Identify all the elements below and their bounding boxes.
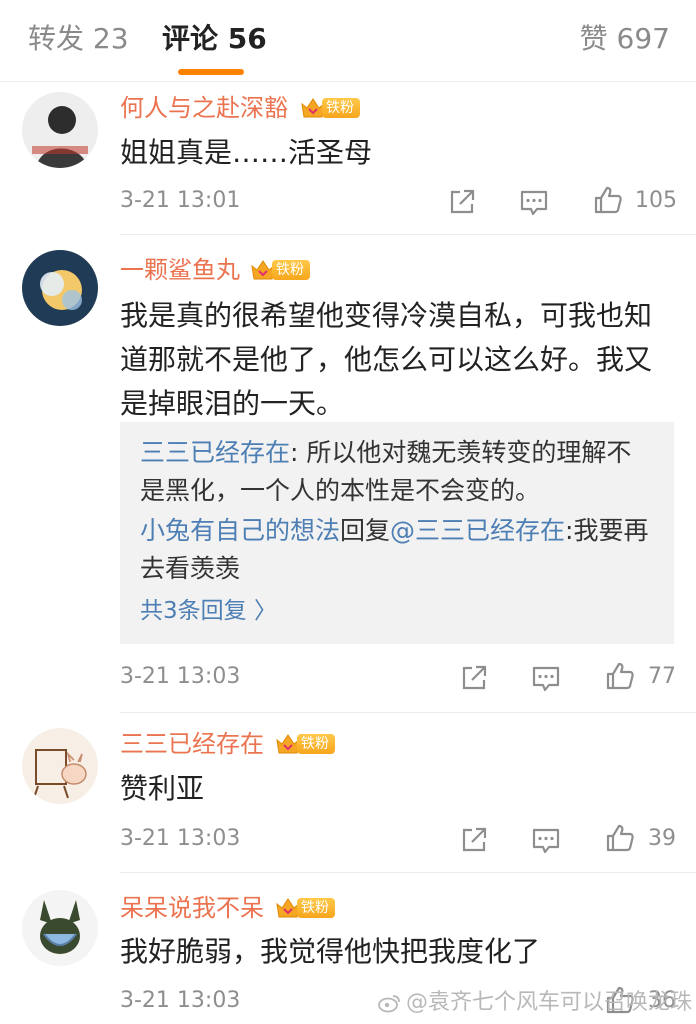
comment-icon[interactable] (530, 662, 562, 694)
comment-text: 姐姐真是……活圣母 (120, 136, 373, 169)
divider (120, 872, 696, 873)
avatar[interactable] (22, 250, 98, 326)
avatar[interactable] (22, 890, 98, 966)
comment-text: 我是真的很希望他变得冷漠自私，可我也知道那就不是他了，他怎么可以这么好。我又是掉… (120, 299, 653, 420)
tab-comment[interactable]: 评论 56 (162, 20, 267, 58)
share-icon[interactable] (458, 662, 490, 694)
comment-text: 赞利亚 (120, 772, 205, 805)
divider (120, 712, 696, 713)
fan-badge-label: 铁粉 (297, 734, 335, 754)
fan-badge: 铁粉 (275, 896, 335, 920)
comment-username[interactable]: 何人与之赴深豁 (120, 92, 288, 124)
reply-separator: : (290, 438, 307, 467)
tab-like[interactable]: 赞 697 (580, 20, 670, 58)
fan-badge: 铁粉 (250, 258, 310, 282)
like-count: 39 (648, 826, 676, 851)
share-icon[interactable] (446, 186, 478, 218)
comment-time: 3-21 13:03 (120, 664, 241, 689)
divider (120, 234, 696, 235)
comment-time: 3-21 13:03 (120, 826, 241, 851)
tab-bar: 转发 23 评论 56 赞 697 (0, 0, 696, 82)
comment-icon[interactable] (518, 186, 550, 218)
like-icon[interactable] (604, 822, 636, 854)
comment-username[interactable]: 呆呆说我不呆 (120, 892, 264, 924)
comment-username[interactable]: 三三已经存在 (120, 728, 264, 760)
weibo-logo-icon (378, 995, 400, 1013)
comment-time: 3-21 13:01 (120, 188, 241, 213)
fan-badge: 铁粉 (275, 732, 335, 756)
fan-badge-label: 铁粉 (297, 898, 335, 918)
avatar[interactable] (22, 92, 98, 168)
reply-mention[interactable]: @三三已经存在 (390, 516, 565, 545)
comment-text: 我好脆弱，我觉得他快把我度化了 (120, 935, 541, 968)
reply-author[interactable]: 三三已经存在 (140, 438, 290, 467)
like-count: 105 (635, 188, 677, 213)
reply-keyword: 回复 (340, 516, 391, 545)
fan-badge-label: 铁粉 (322, 98, 360, 118)
comment-username[interactable]: 一颗鲨鱼丸 (120, 254, 240, 286)
fan-badge: 铁粉 (300, 96, 360, 120)
tab-repost[interactable]: 转发 23 (28, 20, 129, 58)
fan-badge-label: 铁粉 (272, 260, 310, 280)
comment-time: 3-21 13:03 (120, 988, 241, 1013)
active-tab-indicator (178, 69, 244, 75)
like-count: 77 (648, 664, 676, 689)
reply-item: 小兔有自己的想法回复@三三已经存在:我要再去看羡羡 (140, 512, 654, 588)
like-icon[interactable] (592, 184, 624, 216)
comment-icon[interactable] (530, 824, 562, 856)
reply-preview-box[interactable]: 三三已经存在: 所以他对魏无羡转变的理解不是黑化，一个人的本性是不会变的。 小兔… (120, 422, 674, 644)
share-icon[interactable] (458, 824, 490, 856)
avatar[interactable] (22, 728, 98, 804)
reply-author[interactable]: 小兔有自己的想法 (140, 516, 340, 545)
like-icon[interactable] (604, 660, 636, 692)
reply-item: 三三已经存在: 所以他对魏无羡转变的理解不是黑化，一个人的本性是不会变的。 (140, 434, 654, 510)
watermark: @袁齐七个风车可以召唤龙珠 (378, 988, 692, 1018)
more-replies-link[interactable]: 共3条回复 〉 (140, 594, 654, 628)
watermark-text: @袁齐七个风车可以召唤龙珠 (405, 990, 692, 1015)
